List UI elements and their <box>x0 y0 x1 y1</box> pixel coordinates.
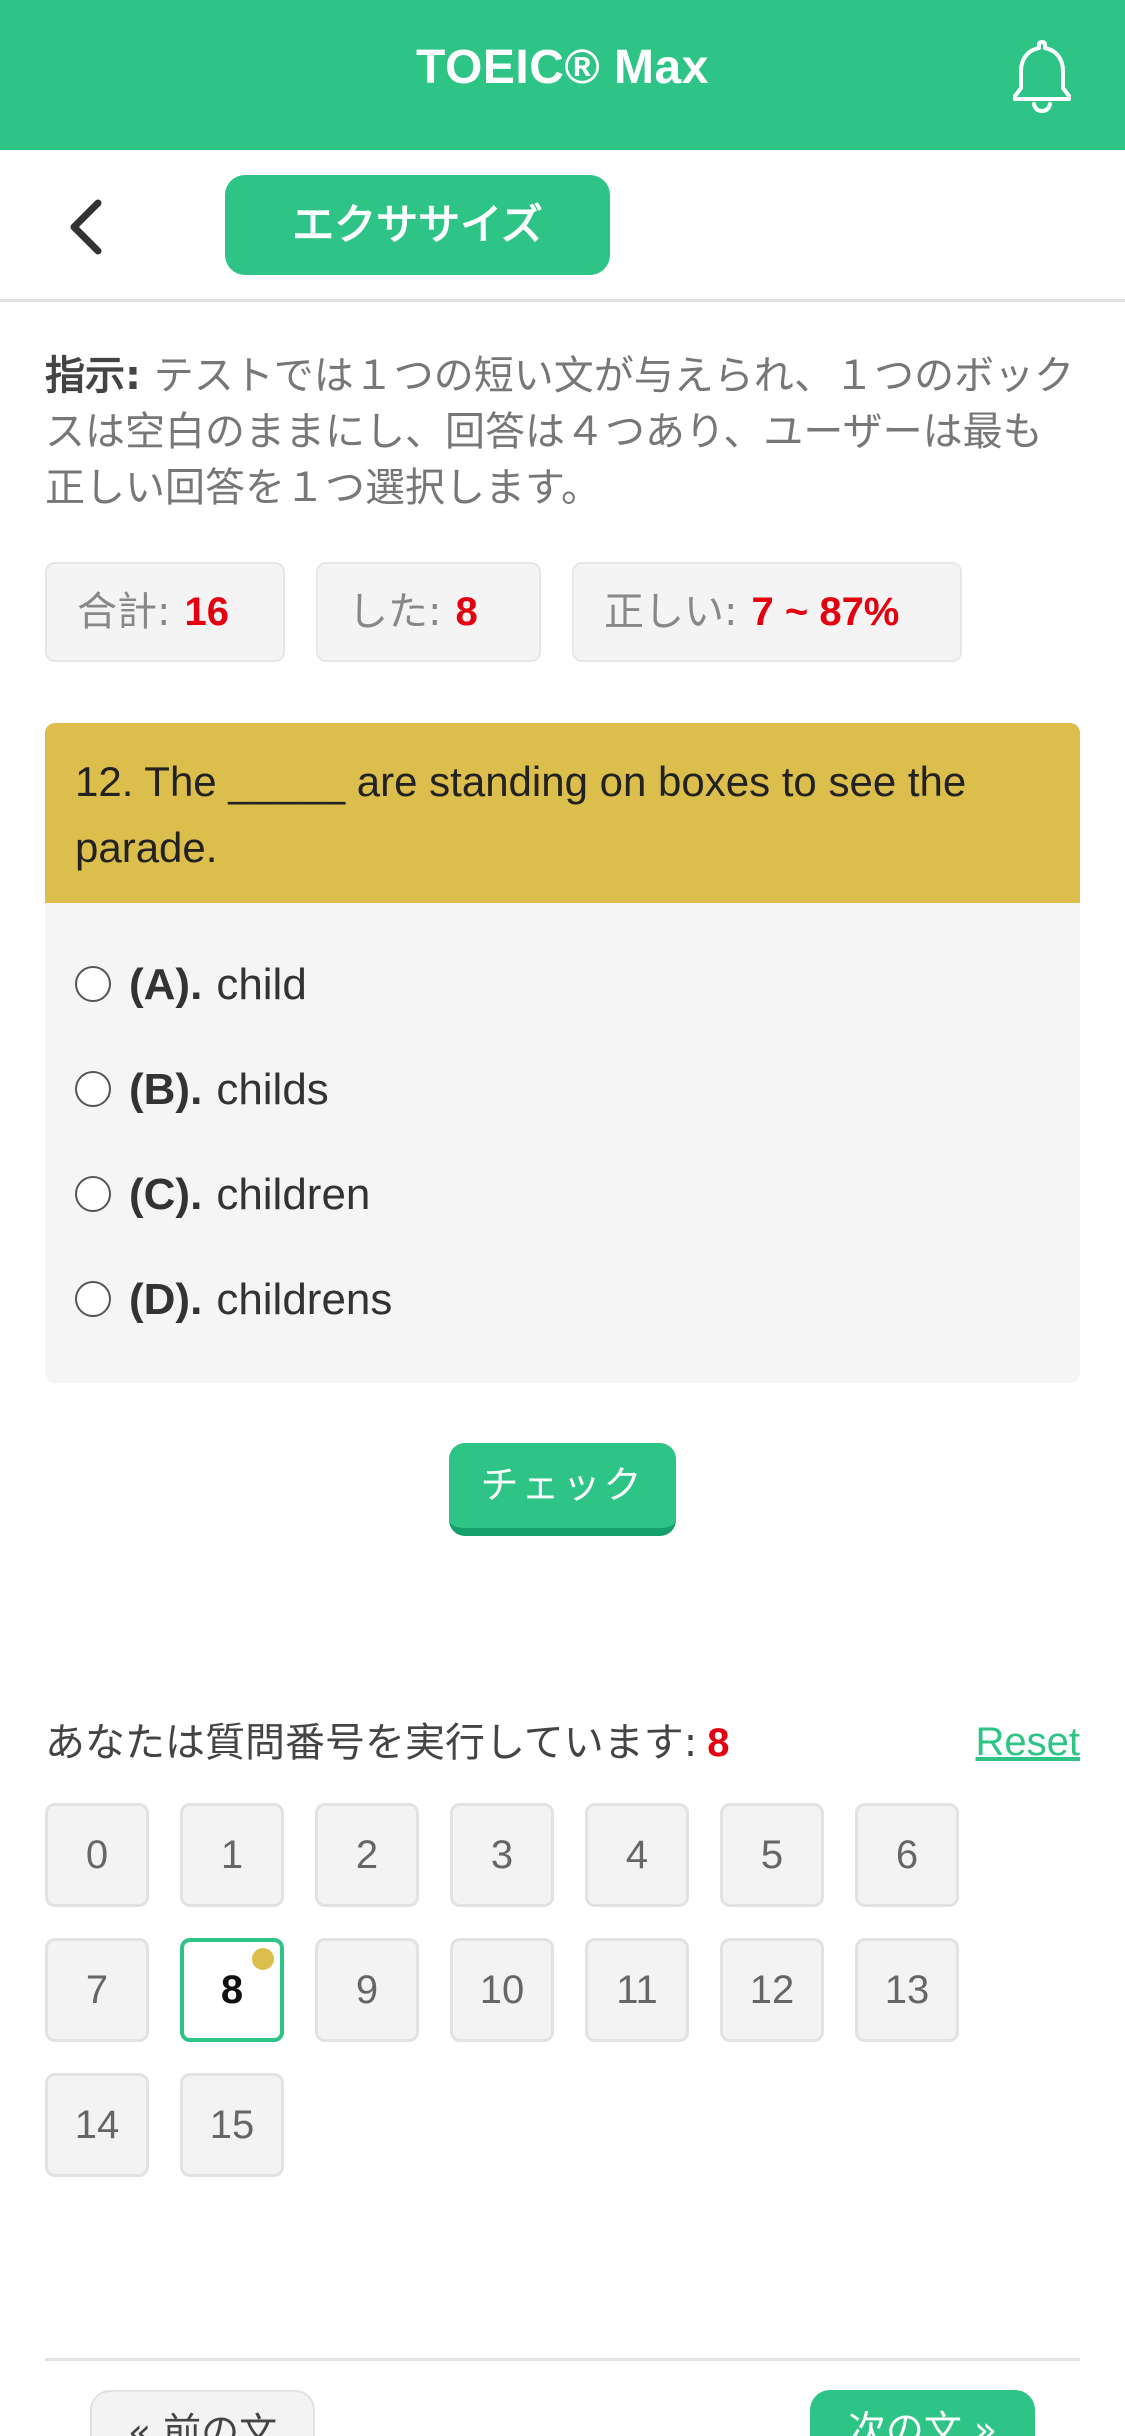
question-number-button[interactable]: 0 <box>45 1803 149 1907</box>
question-number-label: 4 <box>625 1833 649 1877</box>
question-number-button[interactable]: 6 <box>855 1803 959 1907</box>
question-number-label: 7 <box>85 1968 109 2012</box>
question-card: 12. The _____ are standing on boxes to s… <box>45 723 1080 1383</box>
current-question-label: あなたは質問番号を実行しています: <box>45 1720 698 1766</box>
instruction-text: 指示: テストでは１つの短い文が与えられ、１つのボックスは空白のままにし、回答は… <box>45 348 1080 516</box>
question-number-button[interactable]: 14 <box>45 2073 149 2177</box>
question-number-button[interactable]: 12 <box>720 1938 824 2042</box>
current-marker-dot <box>252 1948 274 1970</box>
question-number-button[interactable]: 9 <box>315 1938 419 2042</box>
question-number-button[interactable]: 1 <box>180 1803 284 1907</box>
question-number-button[interactable]: 5 <box>720 1803 824 1907</box>
option-text: children <box>216 1170 371 1219</box>
question-number-label: 11 <box>616 1968 658 2012</box>
reset-link[interactable]: Reset <box>976 1713 1081 1771</box>
question-number-button[interactable]: 10 <box>450 1938 554 2042</box>
question-number-button[interactable]: 4 <box>585 1803 689 1907</box>
stat-correct: 正しい: 7 ~ 87% <box>572 562 962 662</box>
radio-button[interactable] <box>75 966 111 1003</box>
option-letter: (A). <box>129 960 203 1009</box>
question-number-label: 6 <box>895 1833 919 1877</box>
chevron-left-icon[interactable] <box>62 195 112 259</box>
stat-total-label: 合計: <box>77 589 171 635</box>
question-number-label: 14 <box>74 2103 120 2147</box>
radio-button[interactable] <box>75 1176 111 1213</box>
sub-navigation-bar: エクササイズ <box>0 150 1125 302</box>
question-number-label: 15 <box>209 2103 255 2147</box>
tab-exercise[interactable]: エクササイズ <box>225 175 610 275</box>
option-letter: (B). <box>129 1065 203 1114</box>
question-number-button[interactable]: 15 <box>180 2073 284 2177</box>
question-number-button[interactable]: 3 <box>450 1803 554 1907</box>
option-a[interactable]: (A). child <box>75 955 307 1015</box>
option-b[interactable]: (B). childs <box>75 1060 329 1120</box>
bell-icon[interactable] <box>1010 38 1074 114</box>
stat-done: した: 8 <box>316 562 541 662</box>
question-number-label: 3 <box>490 1833 514 1877</box>
top-app-bar: TOEIC® Max <box>0 0 1125 150</box>
question-number-button[interactable]: 7 <box>45 1938 149 2042</box>
question-number-button[interactable]: 13 <box>855 1938 959 2042</box>
previous-sentence-button[interactable]: « 前の文 <box>90 2390 315 2436</box>
app-title: TOEIC® Max <box>416 41 709 94</box>
instruction-body: テストでは１つの短い文が与えられ、１つのボックスは空白のままにし、回答は４つあり… <box>45 353 1075 511</box>
option-letter: (C). <box>129 1170 203 1219</box>
option-text: childrens <box>216 1275 393 1324</box>
check-button[interactable]: チェック <box>449 1443 676 1536</box>
option-text: child <box>216 960 307 1009</box>
question-number-label: 2 <box>355 1833 379 1877</box>
next-sentence-button[interactable]: 次の文 » <box>810 2390 1035 2436</box>
stat-correct-value: 7 ~ 87% <box>751 590 900 634</box>
option-d[interactable]: (D). childrens <box>75 1270 392 1330</box>
question-number-button[interactable]: 11 <box>585 1938 689 2042</box>
stat-correct-label: 正しい: <box>604 589 738 635</box>
question-number-label: 13 <box>884 1968 930 2012</box>
question-number-label: 12 <box>749 1968 795 2012</box>
stat-total-value: 16 <box>184 590 229 634</box>
stat-done-label: した: <box>348 589 442 635</box>
instruction-label: 指示: <box>45 353 141 399</box>
question-number-label: 0 <box>85 1833 109 1877</box>
radio-button[interactable] <box>75 1281 111 1318</box>
question-number-label: 9 <box>355 1968 379 2012</box>
current-question-status: あなたは質問番号を実行しています: 8 <box>45 1713 730 1773</box>
question-text: 12. The _____ are standing on boxes to s… <box>45 723 1080 903</box>
option-c[interactable]: (C). children <box>75 1165 370 1225</box>
question-number-label: 10 <box>479 1968 525 2012</box>
question-number-label: 1 <box>220 1833 244 1877</box>
question-number-button[interactable]: 8 <box>180 1938 284 2042</box>
divider <box>45 2358 1080 2361</box>
question-number-label: 8 <box>220 1968 244 2012</box>
stat-total: 合計: 16 <box>45 562 285 662</box>
stat-done-value: 8 <box>455 590 478 634</box>
current-question-number: 8 <box>707 1721 730 1765</box>
radio-button[interactable] <box>75 1071 111 1108</box>
option-letter: (D). <box>129 1275 203 1324</box>
question-number-button[interactable]: 2 <box>315 1803 419 1907</box>
question-number-label: 5 <box>760 1833 784 1877</box>
option-text: childs <box>216 1065 329 1114</box>
